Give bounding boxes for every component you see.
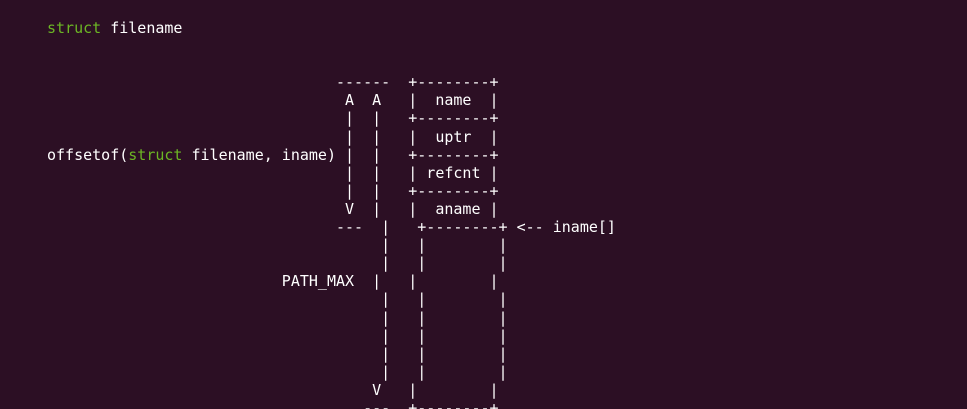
code-block: struct filename ------ +--------+ A A | … [47,19,616,409]
code-line: | | | [47,236,508,255]
offsetof-line: offsetof(struct filename, iname) | | +--… [47,146,616,164]
code-line: | | +--------+ [47,181,499,200]
offsetof-rest: filename, iname) | | +--------+ [182,145,499,164]
code-line: A A | name | [47,91,499,110]
code-line: | | | [47,362,508,381]
code-line: --- +--------+ [47,398,499,409]
code-line: --- | +--------+ <-- iname[] [47,218,616,237]
code-line: | | | [47,344,508,363]
code-line: | | | [47,326,508,345]
code-line: | | | [47,290,508,309]
offsetof-prefix: offsetof( [47,145,129,164]
struct-name: filename [101,19,183,37]
code-line: | | +--------+ [47,109,499,128]
code-line: | | | refcnt | [47,163,499,182]
terminal-window: struct filename ------ +--------+ A A | … [0,0,967,409]
struct-title-line: struct filename [47,19,616,37]
offsetof-keyword: struct [128,145,183,164]
code-line: ------ +--------+ [47,73,499,92]
code-line: V | | [47,380,499,399]
struct-keyword: struct [47,19,102,37]
code-line: | | | uptr | [47,127,499,146]
code-line: PATH_MAX | | | [47,272,499,291]
code-line: V | | aname | [47,199,499,218]
code-line: | | | [47,254,508,273]
code-line: | | | [47,308,508,327]
